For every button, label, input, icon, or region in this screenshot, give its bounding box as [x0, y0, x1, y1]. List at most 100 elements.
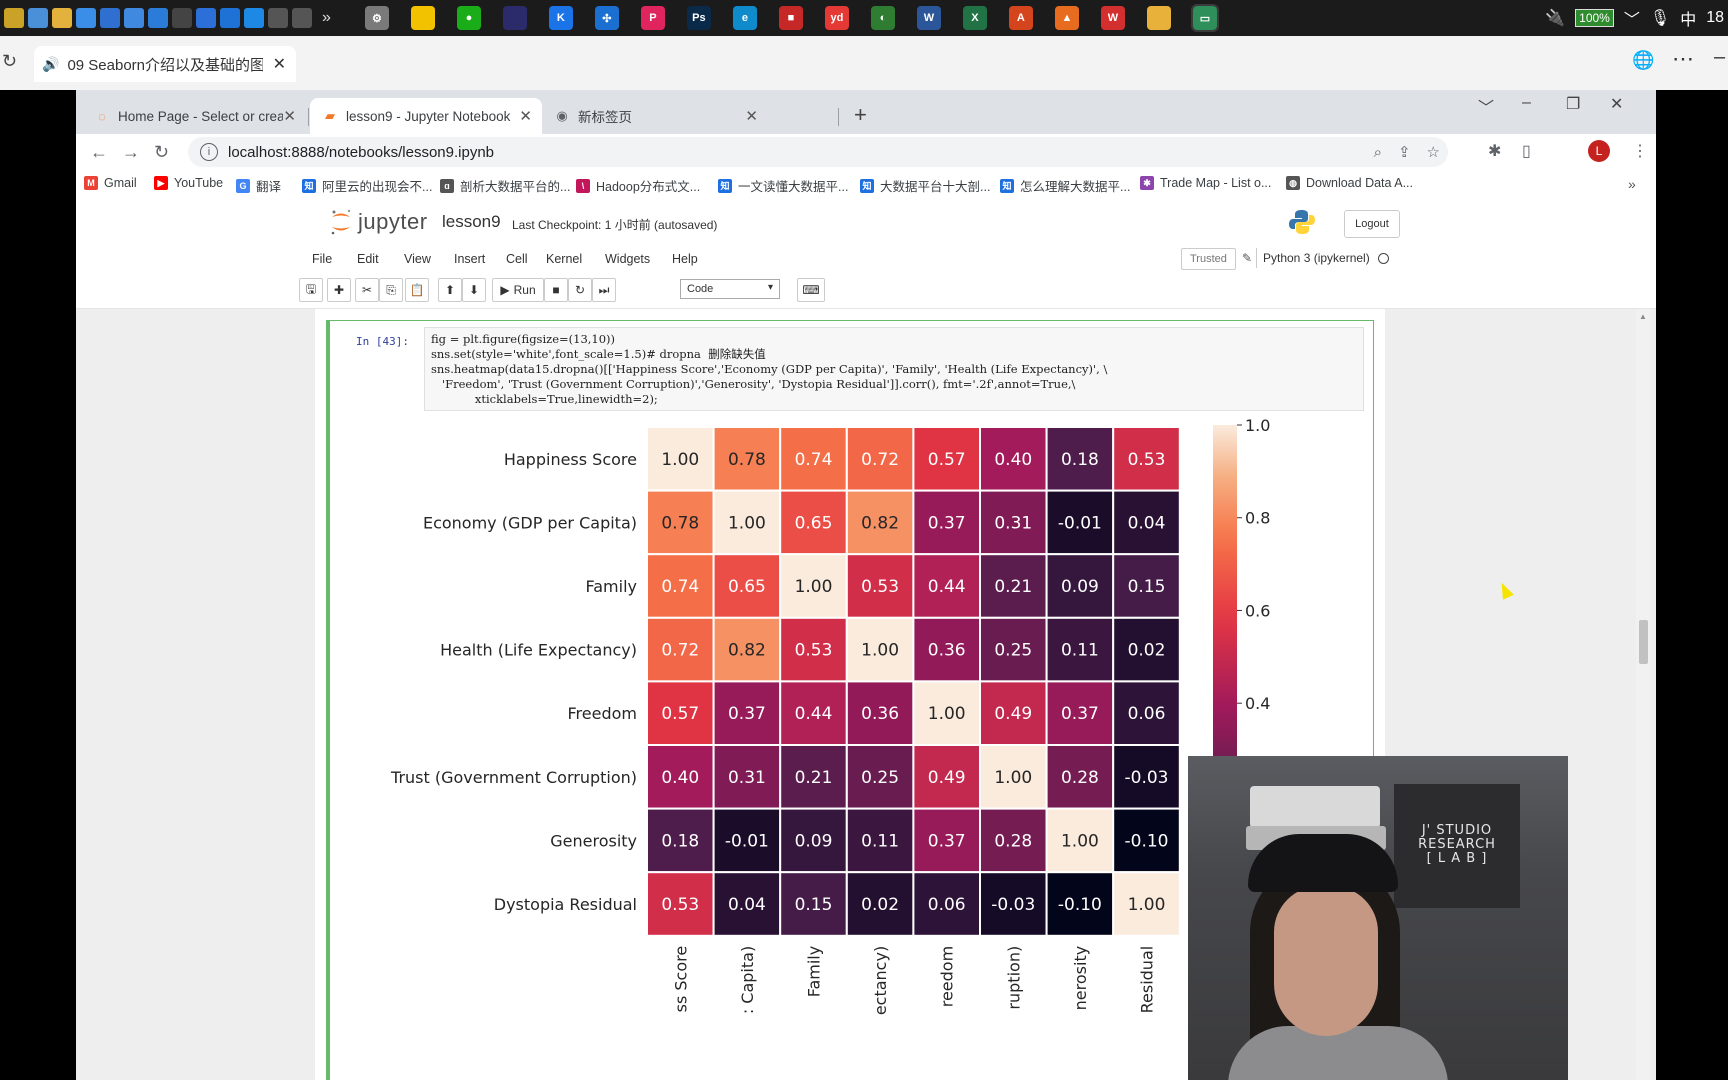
folder-icon[interactable]: [52, 8, 72, 28]
bookmark-item[interactable]: ◍ Download Data A...: [1286, 176, 1413, 190]
notebook-name[interactable]: lesson9: [442, 212, 501, 232]
minimize-icon[interactable]: –: [1714, 46, 1725, 69]
ps-app-icon[interactable]: Ps: [686, 6, 711, 30]
menu-help[interactable]: Help: [672, 252, 698, 266]
trusted-indicator[interactable]: Trusted: [1181, 248, 1236, 270]
screen-app-icon[interactable]: ▭: [1190, 4, 1219, 32]
dark-app-icon[interactable]: [502, 6, 527, 30]
menu-icon[interactable]: ⋮: [1632, 141, 1648, 161]
url-bar[interactable]: i localhost:8888/notebooks/lesson9.ipynb…: [188, 137, 1448, 167]
reload-icon[interactable]: ↻: [2, 51, 17, 72]
window-icon[interactable]: [220, 8, 240, 28]
copy-icon[interactable]: ⎘: [379, 278, 403, 302]
red2-app-icon[interactable]: ■: [778, 6, 803, 30]
youdao-app-icon[interactable]: yd: [824, 6, 849, 30]
close-icon[interactable]: ✕: [745, 107, 758, 125]
bookmark-item[interactable]: ✱ Trade Map - List o...: [1140, 176, 1271, 190]
battery-indicator[interactable]: 100%: [1575, 9, 1614, 27]
matlab-app-icon[interactable]: ▲: [1054, 6, 1079, 30]
scroll-up-icon[interactable]: ▲: [1639, 312, 1647, 321]
bookmark-item[interactable]: 知一文读懂大数据平...: [718, 176, 848, 195]
edge-app-icon[interactable]: e: [732, 6, 757, 30]
reload-icon[interactable]: ↻: [154, 142, 169, 163]
close-icon[interactable]: ✕: [273, 54, 286, 74]
menu-insert[interactable]: Insert: [454, 252, 485, 266]
menu-edit[interactable]: Edit: [357, 252, 379, 266]
forward-icon[interactable]: →: [122, 142, 140, 163]
microphone-icon[interactable]: 🎙: [1650, 8, 1670, 28]
tab-search-icon[interactable]: ﹀: [1478, 94, 1494, 118]
extensions-icon[interactable]: ✱: [1488, 141, 1501, 161]
cell-type-select[interactable]: Code ▾: [680, 279, 780, 299]
keyboard-icon[interactable]: ⌨: [797, 278, 825, 302]
scrollbar-track[interactable]: [1636, 309, 1650, 1080]
side-panel-icon[interactable]: ▯: [1522, 141, 1531, 161]
close-icon[interactable]: ✕: [519, 107, 532, 125]
k-app-icon[interactable]: K: [548, 6, 573, 30]
notes-app-icon[interactable]: [410, 6, 435, 30]
restart-icon[interactable]: ↻: [568, 278, 592, 302]
maximize-icon[interactable]: ❐: [1566, 94, 1580, 114]
pencil-icon[interactable]: ✎: [1242, 251, 1252, 265]
scrollbar-thumb[interactable]: [1639, 620, 1648, 664]
menu-view[interactable]: View: [404, 252, 431, 266]
bookmark-item[interactable]: 知大数据平台十大剖...: [860, 176, 990, 195]
ime-indicator[interactable]: 中: [1680, 6, 1696, 30]
menu-file[interactable]: File: [312, 252, 332, 266]
cloud-icon[interactable]: [76, 8, 96, 28]
jupyter-logo[interactable]: jupyter: [330, 208, 428, 236]
monitor-icon[interactable]: [148, 8, 168, 28]
word-app-icon[interactable]: W: [916, 6, 941, 30]
menu-widgets[interactable]: Widgets: [605, 252, 650, 266]
red-app-icon[interactable]: P: [640, 6, 665, 30]
settings-app-icon[interactable]: ⚙: [364, 6, 389, 30]
outer-tab[interactable]: 🔊 09 Seaborn介绍以及基础的图 ✕: [34, 46, 296, 82]
menu-kernel[interactable]: Kernel: [546, 252, 582, 266]
avatar[interactable]: L: [1588, 140, 1610, 162]
arrow-icon[interactable]: [268, 8, 288, 28]
bookmark-item[interactable]: M Gmail: [84, 176, 137, 190]
save-icon[interactable]: 🖫: [299, 278, 323, 302]
share-icon[interactable]: [292, 8, 312, 28]
box-icon[interactable]: [100, 8, 120, 28]
new-tab-button[interactable]: +: [854, 102, 867, 128]
kernel-indicator[interactable]: Python 3 (ipykernel): [1256, 248, 1395, 268]
run-button[interactable]: ▶ Run: [492, 278, 544, 302]
logout-button[interactable]: Logout: [1344, 210, 1400, 238]
bookmark-item[interactable]: ▶ YouTube: [154, 176, 223, 190]
bookmark-item[interactable]: 知阿里云的出现会不...: [302, 176, 432, 195]
cut-icon[interactable]: ✂: [355, 278, 379, 302]
bookmark-item[interactable]: 知怎么理解大数据平...: [1000, 176, 1130, 195]
excel-app-icon[interactable]: X: [962, 6, 987, 30]
ship-icon[interactable]: [28, 8, 48, 28]
paste-icon[interactable]: 📋: [405, 278, 429, 302]
wechat-app-icon[interactable]: ●: [456, 6, 481, 30]
insert-cell-button[interactable]: ✚: [327, 278, 351, 302]
file-icon[interactable]: [4, 8, 24, 28]
move-up-icon[interactable]: ⬆: [438, 278, 462, 302]
vue-icon[interactable]: [172, 8, 192, 28]
stop-icon[interactable]: ■: [544, 278, 568, 302]
back-icon[interactable]: ←: [90, 142, 108, 163]
pdf-app-icon[interactable]: A: [1008, 6, 1033, 30]
info-icon[interactable]: i: [200, 143, 218, 161]
close-icon[interactable]: ✕: [283, 107, 296, 125]
app-icon[interactable]: [124, 8, 144, 28]
bookmark-item[interactable]: G 翻译: [236, 176, 281, 195]
globe-icon[interactable]: 🌐: [1632, 50, 1654, 71]
star-icon[interactable]: ☆: [1427, 143, 1440, 161]
move-down-icon[interactable]: ⬇: [462, 278, 486, 302]
more-icon[interactable]: ⋯: [1672, 46, 1694, 72]
wps-app-icon[interactable]: W: [1100, 6, 1125, 30]
close-window-icon[interactable]: ✕: [1610, 94, 1623, 114]
zoom-icon[interactable]: ⌕: [1374, 144, 1382, 161]
chevron-down-icon[interactable]: ﹀: [1624, 6, 1640, 30]
bookmark-item[interactable]: \ Hadoop分布式文...: [576, 176, 700, 195]
share-icon[interactable]: ⇪: [1398, 143, 1411, 161]
tab-lesson9[interactable]: ▰ lesson9 - Jupyter Notebook ✕: [310, 98, 542, 134]
clock[interactable]: 18: [1706, 9, 1724, 27]
tab-home-page[interactable]: ◌ Home Page - Select or create ✕: [82, 98, 306, 134]
fast-forward-icon[interactable]: ⏭: [592, 278, 616, 302]
url-text[interactable]: localhost:8888/notebooks/lesson9.ipynb: [228, 144, 494, 161]
bookmark-item[interactable]: ɑ 剖析大数据平台的...: [440, 176, 570, 195]
